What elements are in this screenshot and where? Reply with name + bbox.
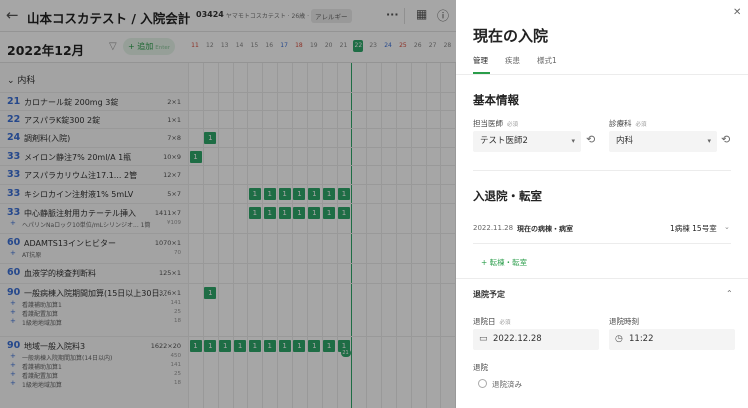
required-mark: 必須 [507,122,519,128]
discharge-time-value: 11:22 [629,334,654,344]
discharge-time-input[interactable]: ◷ 11:22 [609,329,735,350]
chevron-up-icon[interactable]: ⌃ [726,289,733,298]
panel-title: 現在の入院 [473,27,549,45]
admission-panel: ✕ 現在の入院 管理 疾患 様式1 基本情報 担当医師 必須 診療科 必須 テスト医… [456,0,748,408]
tab-disease[interactable]: 疾患 [505,55,520,66]
tab-form1[interactable]: 様式1 [537,55,557,66]
close-icon[interactable]: ✕ [733,7,741,18]
discharged-label: 退院済み [492,380,522,389]
radio-circle[interactable] [478,379,487,388]
basic-info-heading: 基本情報 [473,93,519,107]
discharge-heading: 退院予定 [473,290,505,299]
discharge-date-value: 2022.12.28 [493,334,542,344]
doctor-label-text: 担当医師 [473,119,503,128]
chevron-down-icon[interactable]: ⌄ [724,223,730,231]
doctor-value: テスト医師2 [480,136,528,146]
history-icon[interactable]: ⟲ [721,133,730,146]
clock-icon: ◷ [615,334,623,344]
divider [473,243,731,244]
divider [456,278,748,279]
divider [473,170,731,171]
chevron-down-icon: ▾ [707,137,711,145]
transfer-button[interactable]: + 転棟・転室 [481,257,527,268]
department-select[interactable]: 内科 ▾ [609,131,717,152]
department-label-text: 診療科 [609,119,632,128]
discharge-date-input[interactable]: ▭ 2022.12.28 [473,329,599,350]
chevron-down-icon: ▾ [571,137,575,145]
discharged-radio[interactable]: 退院済み [478,379,522,390]
discharge-section-label: 退院 [473,363,488,372]
department-label: 診療科 必須 [609,118,647,129]
ward-room-select[interactable]: 1病棟 15号室 [670,223,717,234]
discharge-date-label-text: 退院日 [473,317,496,326]
doctor-select[interactable]: テスト医師2 ▾ [473,131,581,152]
history-icon[interactable]: ⟲ [586,133,595,146]
discharge-time-label: 退院時刻 [609,317,639,326]
required-mark: 必須 [635,122,647,128]
required-mark: 必須 [499,320,511,326]
calendar-icon: ▭ [479,334,488,344]
tab-divider [456,74,748,75]
ward-heading: 入退院・転室 [473,189,542,203]
tab-management[interactable]: 管理 [473,55,488,66]
modal-overlay[interactable] [0,0,456,408]
calendar-area: ← 山本コスカテスト / 入院会計 03424 · ヤマモトコスカテスト · 2… [0,0,456,408]
discharge-date-label: 退院日 必須 [473,316,511,327]
doctor-label: 担当医師 必須 [473,118,518,129]
ward-date: 2022.11.28 [473,224,514,232]
ward-current-label: 現在の病棟・病室 [517,225,573,233]
department-value: 内科 [616,136,634,146]
